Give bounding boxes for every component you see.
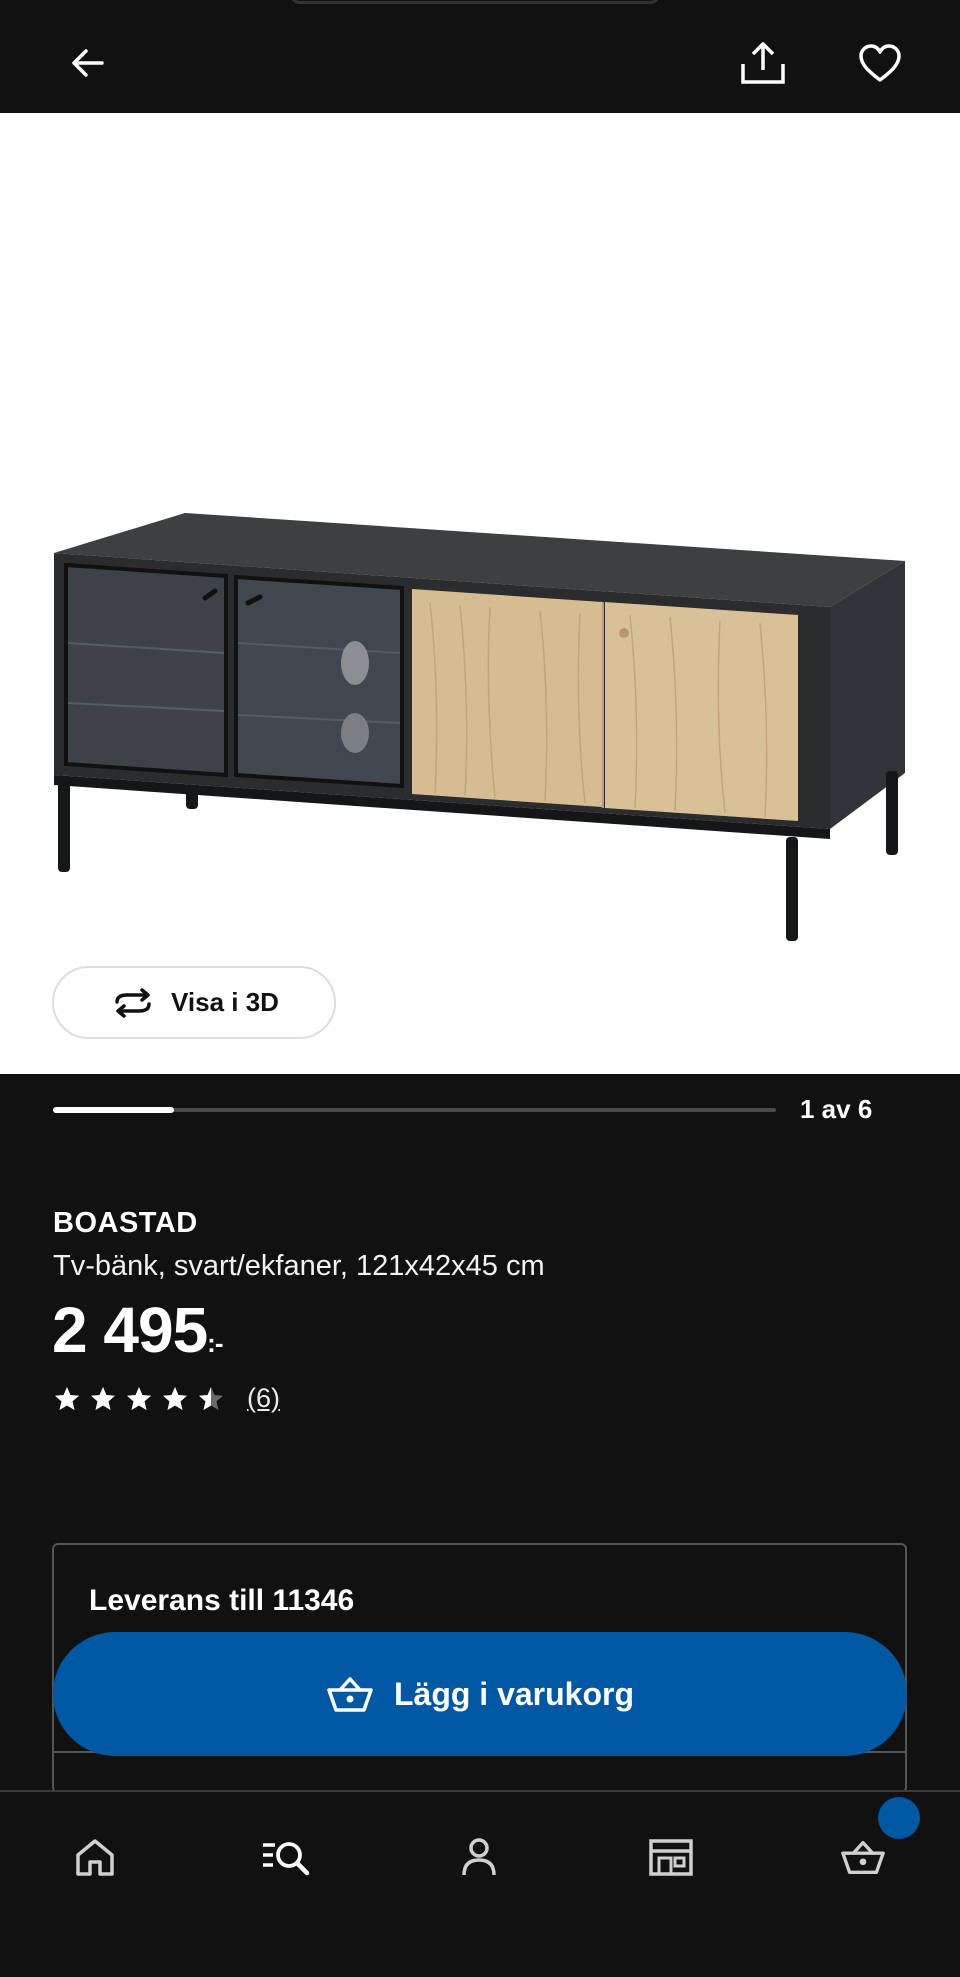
star-icon: [199, 1386, 223, 1410]
product-rating[interactable]: (6): [53, 1383, 280, 1414]
nav-home[interactable]: [60, 1822, 130, 1892]
cart-badge: [878, 1797, 920, 1839]
share-button[interactable]: [728, 28, 798, 98]
price-suffix: :-: [207, 1328, 223, 1358]
product-name: BOASTAD: [53, 1207, 198, 1239]
nav-store[interactable]: [636, 1822, 706, 1892]
home-icon: [76, 1839, 114, 1876]
star-icon: [163, 1386, 187, 1410]
star-icon: [91, 1386, 115, 1410]
review-count-link[interactable]: (6): [247, 1383, 280, 1414]
person-icon: [462, 1838, 496, 1876]
top-bar: [0, 0, 960, 113]
view-3d-label: Visa i 3D: [171, 987, 279, 1017]
delivery-title[interactable]: Leverans till 11346: [89, 1584, 354, 1618]
nav-profile[interactable]: [444, 1822, 514, 1892]
favorite-button[interactable]: [845, 28, 915, 98]
gallery-progress-bar: [53, 1107, 776, 1113]
rating-stars: [53, 1385, 225, 1413]
gallery-progress-fill: [53, 1107, 174, 1113]
gallery-page-counter: 1 av 6: [800, 1094, 873, 1124]
star-icon: [55, 1386, 79, 1410]
product-description: Tv-bänk, svart/ekfaner, 121x42x45 cm: [53, 1250, 545, 1282]
nav-search[interactable]: [252, 1822, 322, 1892]
star-icon: [127, 1386, 151, 1410]
heart-outline-icon: [859, 44, 901, 82]
price-value: 2 495: [52, 1294, 208, 1366]
camera-notch: [290, 0, 660, 4]
back-button[interactable]: [53, 28, 123, 98]
product-price: 2 495:-: [52, 1293, 224, 1367]
bottom-navigation: [0, 1790, 960, 1977]
product-image: [54, 513, 905, 941]
rotate-3d-icon: [115, 987, 151, 1018]
search-list-icon: [263, 1842, 310, 1876]
basket-icon: [841, 1840, 885, 1875]
add-to-cart-button[interactable]: Lägg i varukorg: [53, 1632, 907, 1756]
product-image-gallery[interactable]: Visa i 3D: [0, 113, 960, 1074]
arrow-left-icon: [72, 49, 104, 77]
add-to-cart-label: Lägg i varukorg: [393, 1675, 635, 1712]
share-upload-icon: [741, 42, 785, 84]
view-3d-button[interactable]: Visa i 3D: [52, 966, 336, 1039]
store-icon: [649, 1839, 693, 1876]
basket-icon: [327, 1677, 373, 1712]
